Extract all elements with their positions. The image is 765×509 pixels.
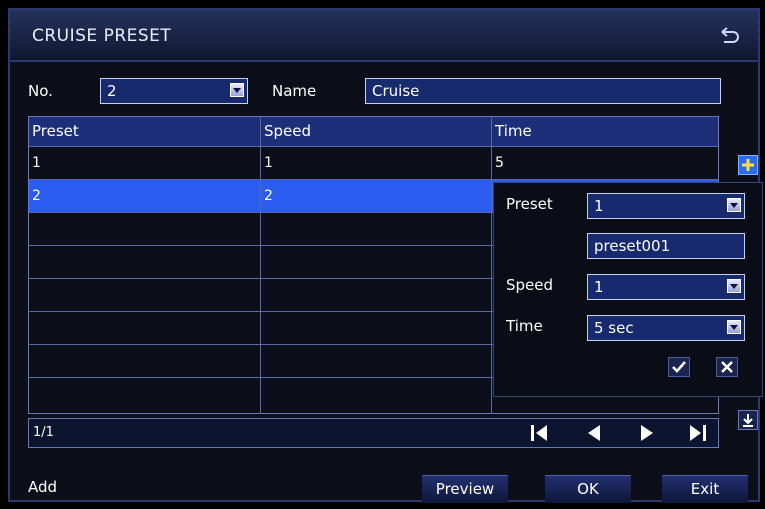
name-label: Name: [272, 82, 317, 100]
no-label: No.: [28, 82, 53, 100]
table-cell: [261, 378, 264, 410]
prev-page-icon[interactable]: [583, 422, 605, 444]
table-cell: 1: [264, 155, 273, 171]
column-header-preset: Preset: [32, 122, 79, 140]
ok-button[interactable]: OK: [545, 475, 631, 503]
table-cell: 2: [32, 188, 41, 204]
preview-button[interactable]: Preview: [422, 475, 508, 503]
confirm-button[interactable]: [668, 357, 690, 377]
page-indicator: 1/1: [33, 425, 54, 440]
table-header: Preset Speed Time: [29, 117, 718, 146]
back-icon[interactable]: [718, 24, 740, 46]
next-page-icon[interactable]: [636, 422, 658, 444]
move-down-button[interactable]: [738, 410, 758, 430]
cancel-button[interactable]: [716, 357, 738, 377]
popup-speed-value: 1: [594, 278, 604, 296]
first-page-icon[interactable]: [528, 422, 550, 444]
preset-name-value: preset001: [594, 237, 671, 255]
window-title: CRUISE PRESET: [32, 26, 172, 46]
column-header-speed: Speed: [264, 122, 312, 140]
add-preset-button[interactable]: [738, 155, 758, 175]
popup-preset-value: 1: [594, 197, 604, 215]
chevron-down-icon[interactable]: [230, 83, 244, 97]
table-cell: [29, 213, 32, 245]
table-cell: [29, 378, 32, 410]
column-divider: [491, 117, 492, 413]
exit-button[interactable]: Exit: [662, 475, 748, 503]
column-divider: [260, 117, 261, 413]
name-field[interactable]: Cruise: [365, 78, 721, 104]
no-select[interactable]: 2: [100, 78, 248, 104]
popup-time-value: 5 sec: [594, 319, 634, 337]
arrow-down-icon: [743, 414, 753, 427]
add-preset-popup: Preset 1 preset001 Speed 1 Time 5 sec: [493, 182, 763, 397]
table-cell: [261, 312, 264, 344]
table-cell: 5: [495, 155, 504, 171]
plus-icon: [742, 159, 754, 171]
chevron-down-icon[interactable]: [727, 198, 741, 212]
no-value: 2: [107, 82, 117, 100]
column-header-time: Time: [495, 122, 532, 140]
popup-preset-label: Preset: [506, 195, 553, 213]
popup-speed-label: Speed: [506, 276, 554, 294]
title-bar: CRUISE PRESET: [10, 10, 758, 62]
table-cell: [29, 246, 32, 278]
check-icon: [672, 361, 686, 373]
table-cell: [29, 345, 32, 377]
table-cell: [261, 279, 264, 311]
table-cell: 1: [32, 155, 41, 171]
table-cell: 2: [264, 188, 273, 204]
table-row[interactable]: 1 1 5: [29, 146, 718, 179]
preset-name-field[interactable]: preset001: [587, 233, 745, 259]
pager-bar: 1/1: [28, 418, 719, 448]
table-cell: [261, 345, 264, 377]
close-icon: [721, 361, 733, 373]
table-cell: [261, 246, 264, 278]
last-page-icon[interactable]: [687, 422, 709, 444]
chevron-down-icon[interactable]: [727, 279, 741, 293]
table-cell: [29, 312, 32, 344]
popup-time-label: Time: [506, 317, 543, 335]
popup-time-select[interactable]: 5 sec: [587, 315, 745, 341]
popup-preset-select[interactable]: 1: [587, 193, 745, 219]
name-value: Cruise: [372, 82, 420, 100]
cruise-preset-window: CRUISE PRESET No. 2 Name Cruise Preset S…: [8, 8, 763, 503]
table-cell: [29, 279, 32, 311]
status-text: Add: [28, 478, 58, 496]
chevron-down-icon[interactable]: [727, 320, 741, 334]
table-cell: [261, 213, 264, 245]
popup-speed-select[interactable]: 1: [587, 274, 745, 300]
